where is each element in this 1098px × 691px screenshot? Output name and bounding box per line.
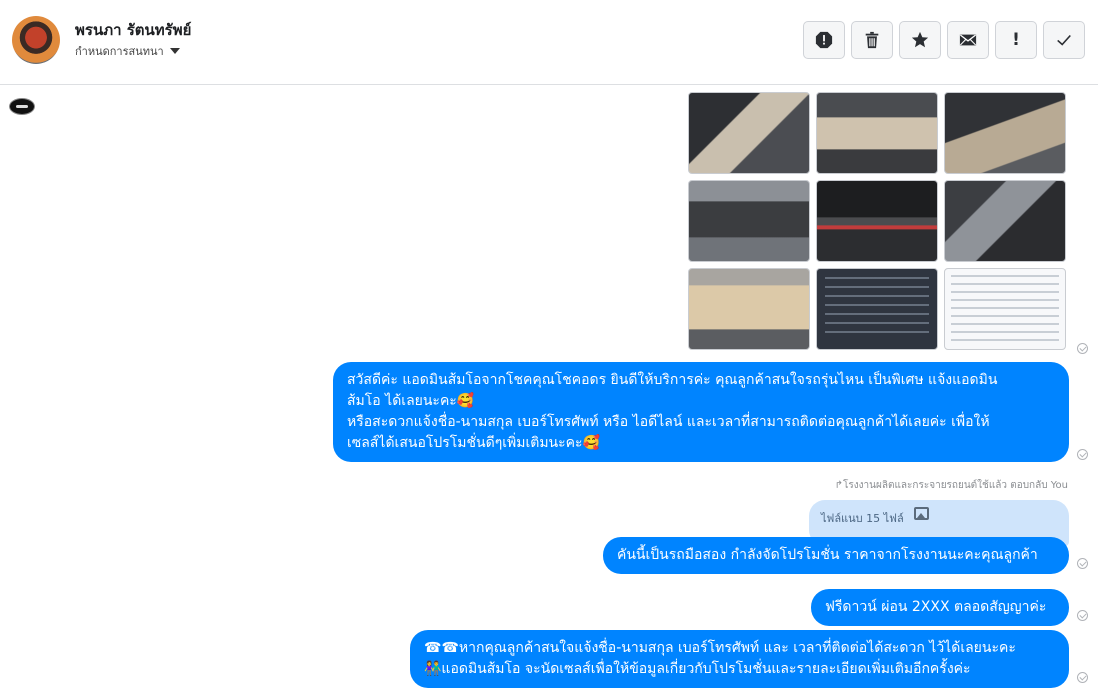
seen-check-icon xyxy=(1077,610,1088,621)
exclamation-icon: ! xyxy=(1012,30,1020,50)
trash-icon xyxy=(865,31,879,49)
avatar[interactable] xyxy=(12,16,60,64)
message-thread[interactable]: สวัสดีค่ะ แอดมินส้มโอจากโชคคุณโชคอดร ยิน… xyxy=(0,86,1098,691)
conversation-header: พรนภา รัตนทรัพย์ กำหนดการสนทนา ! xyxy=(0,0,1098,85)
checkmark-icon xyxy=(1057,34,1071,46)
message-line: ฟรีดาวน์ ผ่อน 2XXX ตลอดสัญญาค่ะ xyxy=(825,599,1047,615)
message-line: ส้มโอ ได้เลยนะคะ🥰 xyxy=(347,393,475,409)
quoted-attachment-label: ไฟล์แนบ 15 ไฟล์ xyxy=(821,512,904,525)
document-screenshot[interactable] xyxy=(816,268,938,350)
message-bubble[interactable]: ฟรีดาวน์ ผ่อน 2XXX ตลอดสัญญาค่ะ xyxy=(811,589,1069,626)
important-button[interactable]: ! xyxy=(995,21,1037,59)
message-bubble[interactable]: คันนี้เป็นรถมือสอง กำลังจัดโปรโมชั่น ราค… xyxy=(603,537,1069,574)
image-icon xyxy=(913,507,929,520)
action-toolbar: ! xyxy=(803,21,1085,59)
envelope-icon xyxy=(959,34,977,46)
message-line: สวัสดีค่ะ แอดมินส้มโอจากโชคคุณโชคอดร ยิน… xyxy=(347,372,998,388)
message-line: คันนี้เป็นรถมือสอง กำลังจัดโปรโมชั่น ราค… xyxy=(617,547,1038,563)
car-dashboard-photo[interactable] xyxy=(816,180,938,262)
delete-button[interactable] xyxy=(851,21,893,59)
mark-unread-button[interactable] xyxy=(947,21,989,59)
car-engine-photo[interactable] xyxy=(688,180,810,262)
seen-check-icon xyxy=(1077,672,1088,683)
car-gearshift-photo[interactable] xyxy=(944,92,1066,174)
car-battery-photo[interactable] xyxy=(944,180,1066,262)
message-line: 👫แอดมินส้มโอ จะนัดเซลส์เพื่อให้ข้อมูลเกี… xyxy=(424,661,971,677)
seen-check-icon xyxy=(1077,449,1088,460)
message-line: เซลส์ได้เสนอโปรโมชั่นดีๆเพิ่มเติมนะคะ🥰 xyxy=(347,435,600,451)
car-rear-seat-photo[interactable] xyxy=(688,268,810,350)
photo-attachments xyxy=(688,92,1068,350)
conversation-menu[interactable]: กำหนดการสนทนา xyxy=(75,42,180,60)
seen-check-icon xyxy=(1077,343,1088,354)
conversation-menu-label: กำหนดการสนทนา xyxy=(75,45,164,58)
star-button[interactable] xyxy=(899,21,941,59)
star-icon xyxy=(911,31,929,48)
page-logo xyxy=(9,98,35,115)
reply-note: ↱โรงงานผลิตและกระจายรถยนต์ใช้แล้ว ตอบกลั… xyxy=(834,480,1068,491)
mark-done-button[interactable] xyxy=(1043,21,1085,59)
message-line: หรือสะดวกแจ้งชื่อ-นามสกุล เบอร์โทรศัพท์ … xyxy=(347,414,990,430)
message-line: ☎☎หากคุณลูกค้าสนใจแจ้งชื่อ-นามสกุล เบอร์… xyxy=(424,640,1016,656)
contact-name[interactable]: พรนภา รัตนทรัพย์ xyxy=(75,18,191,42)
seen-check-icon xyxy=(1077,558,1088,569)
caret-down-icon xyxy=(169,48,180,54)
post-screenshot[interactable] xyxy=(944,268,1066,350)
report-icon xyxy=(815,31,833,49)
message-bubble[interactable]: ☎☎หากคุณลูกค้าสนใจแจ้งชื่อ-นามสกุล เบอร์… xyxy=(410,630,1069,688)
car-interior-photo[interactable] xyxy=(816,92,938,174)
message-bubble[interactable]: สวัสดีค่ะ แอดมินส้มโอจากโชคคุณโชคอดร ยิน… xyxy=(333,362,1069,462)
report-button[interactable] xyxy=(803,21,845,59)
car-door-photo[interactable] xyxy=(688,92,810,174)
